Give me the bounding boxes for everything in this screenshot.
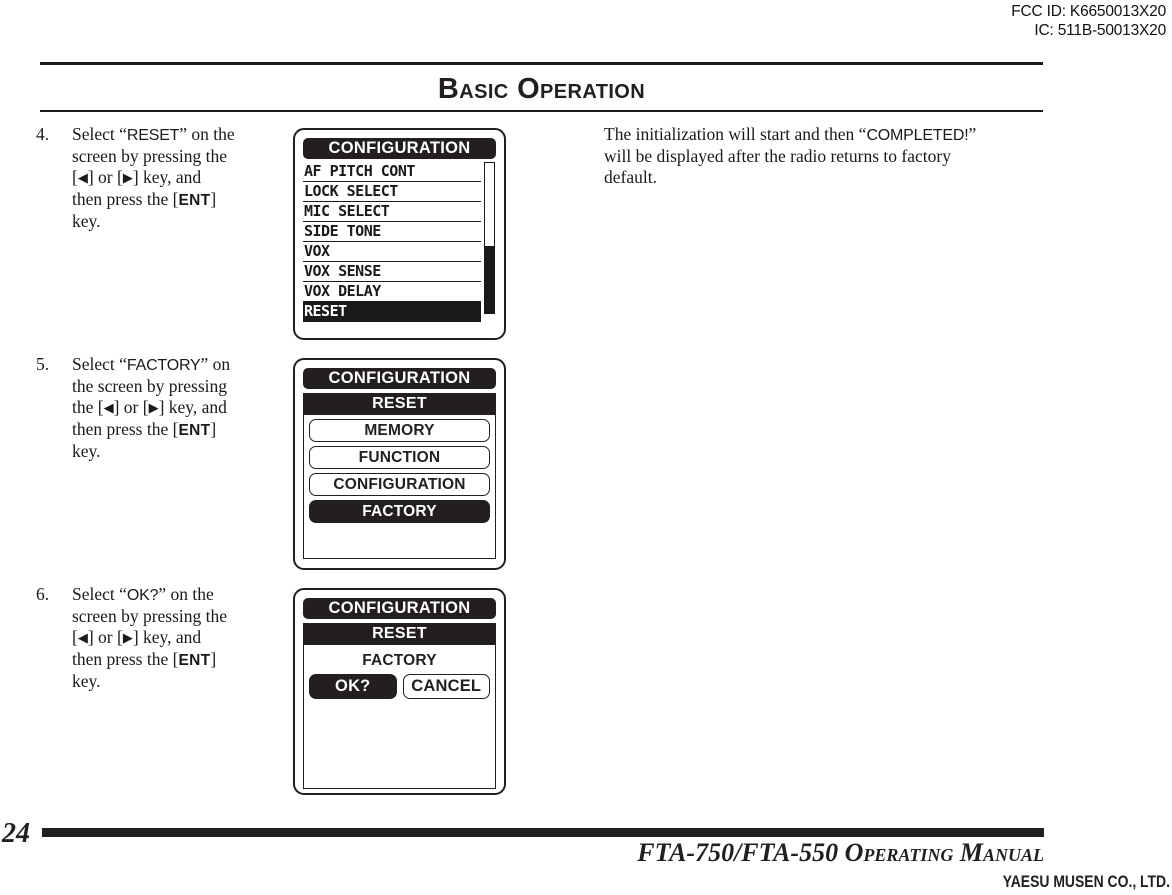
step-line-5: key.	[72, 671, 101, 691]
lcd-title-bar: CONFIGURATION	[303, 598, 496, 619]
footer-company-name: YAESU MUSEN CO., LTD.	[1002, 872, 1170, 891]
fcc-id-text: FCC ID: K6650013X20	[1011, 3, 1166, 20]
step-line-5: key.	[72, 211, 101, 231]
right-arrow-icon: ▶	[148, 401, 159, 416]
step-line-4-pre: then press the [	[72, 189, 179, 209]
lcd-title-bar: CONFIGURATION	[303, 138, 496, 159]
menu-item-lock-select[interactable]: LOCK SELECT	[303, 182, 481, 202]
menu-item-side-tone[interactable]: SIDE TONE	[303, 222, 481, 242]
ic-id-text: IC: 511B-50013X20	[1034, 22, 1166, 39]
left-arrow-icon: ◀	[77, 631, 88, 646]
step-line-4-pre: then press the [	[72, 419, 179, 439]
lcd-screen-reset-options: CONFIGURATION RESET MEMORY FUNCTION CONF…	[293, 358, 506, 570]
menu-scrollbar-thumb[interactable]	[485, 245, 494, 313]
lcd-screen-factory-confirm: CONFIGURATION RESET FACTORY OK? CANCEL	[293, 588, 506, 795]
confirm-ok-button[interactable]: OK?	[309, 674, 397, 699]
lcd-title-bar: CONFIGURATION	[303, 368, 496, 389]
lcd-menu-list: AF PITCH CONT LOCK SELECT MIC SELECT SID…	[303, 162, 481, 322]
ent-keycap: ENT	[178, 422, 211, 439]
step-text: Select “OK?” on the screen by pressing t…	[72, 584, 288, 692]
step-line-4-post: ]	[210, 649, 217, 669]
ent-keycap: ENT	[178, 192, 211, 209]
option-function[interactable]: FUNCTION	[309, 446, 490, 469]
step-term: RESET	[126, 127, 180, 144]
lcd-confirm-panel: FACTORY OK? CANCEL	[303, 645, 496, 789]
step-line-3-post: ] key, and	[132, 627, 202, 647]
header-rule-bottom	[40, 110, 1043, 112]
footer-manual-title: FTA-750/FTA-550 Operating Manual	[637, 838, 1044, 867]
result-line-3: default.	[604, 167, 657, 187]
step-line-3-pre: the [	[72, 397, 104, 417]
confirm-mode-label: FACTORY	[362, 652, 437, 669]
step-line-2: screen by pressing the	[72, 606, 228, 626]
step-line-3-mid: ] or [	[113, 397, 149, 417]
left-arrow-icon: ◀	[77, 171, 88, 186]
completed-term: COMPLETED!	[866, 127, 969, 144]
step-term: OK?	[126, 587, 159, 604]
option-memory[interactable]: MEMORY	[309, 419, 490, 442]
menu-item-vox[interactable]: VOX	[303, 242, 481, 262]
result-paragraph: The initialization will start and then “…	[604, 124, 1043, 188]
result-line-1-post: ”	[968, 124, 977, 144]
step-line-5: key.	[72, 441, 101, 461]
menu-item-reset[interactable]: RESET	[303, 302, 481, 322]
lcd-screen-configuration-list: CONFIGURATION AF PITCH CONT LOCK SELECT …	[293, 128, 506, 340]
lcd-subtitle-reset: RESET	[303, 393, 496, 415]
step-term: FACTORY	[126, 357, 201, 374]
result-line-2: will be displayed after the radio return…	[604, 146, 951, 166]
step-line-2: screen by pressing the	[72, 146, 228, 166]
ent-keycap: ENT	[178, 652, 211, 669]
step-number: 4.	[36, 124, 50, 144]
footer-rule	[42, 828, 1044, 837]
step-line-4-post: ]	[210, 189, 217, 209]
option-configuration[interactable]: CONFIGURATION	[309, 473, 490, 496]
step-number: 6.	[36, 584, 50, 604]
menu-scrollbar[interactable]	[484, 162, 495, 314]
menu-item-mic-select[interactable]: MIC SELECT	[303, 202, 481, 222]
right-arrow-icon: ▶	[122, 171, 133, 186]
menu-item-af-pitch-cont[interactable]: AF PITCH CONT	[303, 162, 481, 182]
page-title: Basic Operation	[437, 73, 646, 105]
confirm-cancel-button[interactable]: CANCEL	[402, 674, 490, 699]
confirm-button-row: OK? CANCEL	[309, 674, 490, 699]
step-line-4-post: ]	[210, 419, 217, 439]
lcd-subtitle-reset: RESET	[303, 623, 496, 645]
regulatory-id-block: FCC ID: K6650013X20 IC: 511B-50013X20	[1011, 2, 1166, 40]
step-line-3-mid: ] or [	[87, 627, 123, 647]
option-factory[interactable]: FACTORY	[309, 500, 490, 523]
result-line-1-pre: The initialization will start and then “	[604, 124, 867, 144]
menu-item-vox-delay[interactable]: VOX DELAY	[303, 282, 481, 302]
step-number: 5.	[36, 354, 50, 374]
header-rule-top	[40, 62, 1043, 65]
lcd-options-panel: MEMORY FUNCTION CONFIGURATION FACTORY	[303, 415, 496, 559]
lcd-menu-area: AF PITCH CONT LOCK SELECT MIC SELECT SID…	[303, 162, 496, 322]
step-text: Select “RESET” on the screen by pressing…	[72, 124, 288, 232]
step-line-3-mid: ] or [	[87, 167, 123, 187]
left-arrow-icon: ◀	[103, 401, 114, 416]
step-line-2: the screen by pressing	[72, 376, 228, 396]
right-arrow-icon: ▶	[122, 631, 133, 646]
step-text: Select “FACTORY” on the screen by pressi…	[72, 354, 288, 462]
step-line-3-post: ] key, and	[132, 167, 202, 187]
menu-item-vox-sense[interactable]: VOX SENSE	[303, 262, 481, 282]
step-line-3-post: ] key, and	[158, 397, 227, 417]
step-line-4-pre: then press the [	[72, 649, 179, 669]
